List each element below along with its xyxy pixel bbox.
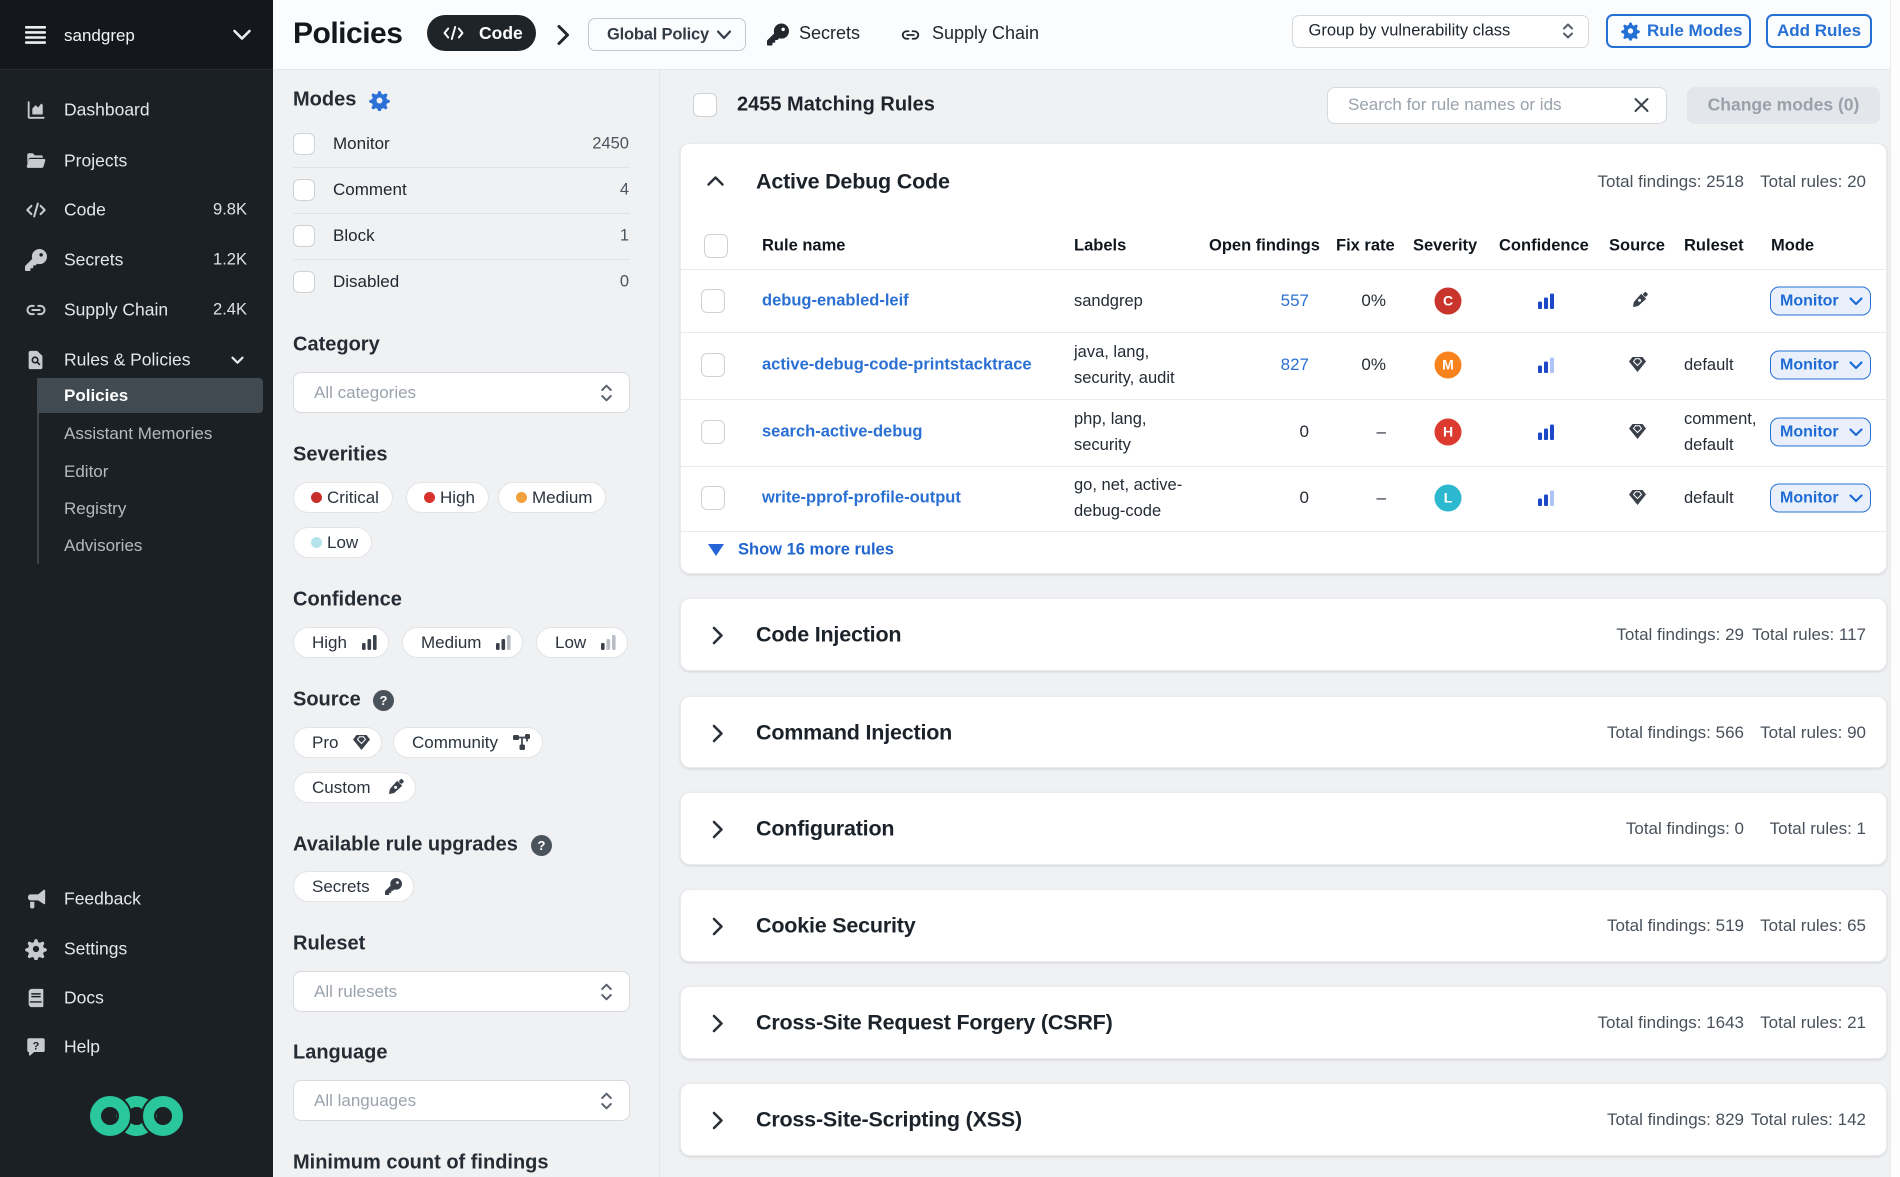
svg-text:?: ?	[538, 838, 546, 853]
svg-text:?: ?	[380, 693, 388, 708]
svg-text:?: ?	[33, 1040, 40, 1052]
